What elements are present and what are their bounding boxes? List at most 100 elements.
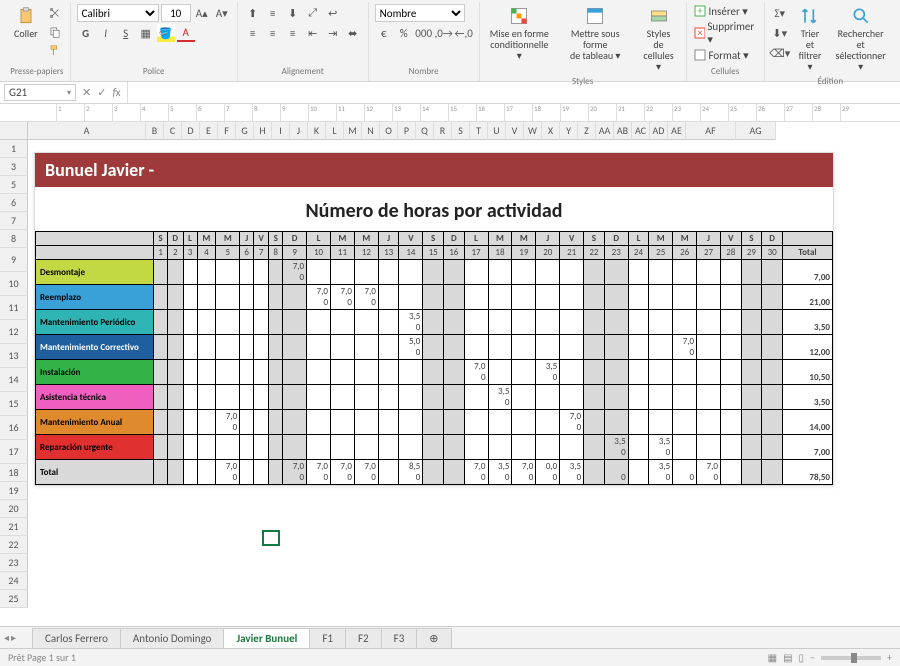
copy-button[interactable] <box>46 23 64 41</box>
underline-button[interactable]: S <box>117 24 135 42</box>
decrease-font-button[interactable]: A▾ <box>213 4 231 22</box>
zoom-slider[interactable] <box>821 656 881 660</box>
delete-button[interactable]: ×Supprimer ▾ <box>693 20 758 46</box>
cancel-formula-button[interactable]: ✕ <box>82 86 91 99</box>
col-header-S[interactable]: S <box>452 122 470 140</box>
col-header-H[interactable]: H <box>254 122 272 140</box>
col-header-U[interactable]: U <box>488 122 506 140</box>
font-name-select[interactable]: Calibri <box>77 4 159 22</box>
col-header-K[interactable]: K <box>308 122 326 140</box>
normal-view-button[interactable]: ▦ <box>768 651 777 664</box>
row-header-8[interactable]: 8 <box>0 230 28 248</box>
cells-viewport[interactable]: Bunuel Javier - Número de horas por acti… <box>28 140 900 636</box>
page-break-view-button[interactable]: ▯ <box>799 651 805 664</box>
col-header-D[interactable]: D <box>182 122 200 140</box>
fx-button[interactable]: fx <box>112 86 120 99</box>
format-as-table-button[interactable]: Mettre sous forme de tableau ▾ <box>557 4 634 63</box>
fill-color-button[interactable]: 🪣 <box>157 24 175 42</box>
row-header-9[interactable]: 9 <box>0 248 28 272</box>
percent-button[interactable]: % <box>395 24 413 42</box>
row-header-11[interactable]: 11 <box>0 296 28 320</box>
col-header-W[interactable]: W <box>524 122 542 140</box>
sheet-tab[interactable]: F2 <box>345 628 382 648</box>
row-header-14[interactable]: 14 <box>0 368 28 392</box>
accept-formula-button[interactable]: ✓ <box>97 86 106 99</box>
col-header-E[interactable]: E <box>200 122 218 140</box>
increase-decimal-button[interactable]: ,0→ <box>435 24 453 42</box>
merge-button[interactable]: ⬌ <box>344 24 362 42</box>
conditional-format-button[interactable]: Mise en forme conditionnelle ▾ <box>486 4 553 63</box>
thousands-button[interactable]: 000 <box>415 24 433 42</box>
format-painter-button[interactable] <box>46 42 64 60</box>
row-header-18[interactable]: 18 <box>0 464 28 482</box>
cell-styles-button[interactable]: Styles de cellules ▾ <box>638 4 680 74</box>
col-header-AE[interactable]: AE <box>668 122 686 140</box>
col-header-Q[interactable]: Q <box>416 122 434 140</box>
col-header-AA[interactable]: AA <box>596 122 614 140</box>
col-header-I[interactable]: I <box>272 122 290 140</box>
row-header-1[interactable]: 1 <box>0 140 28 158</box>
col-header-AD[interactable]: AD <box>650 122 668 140</box>
row-header-16[interactable]: 16 <box>0 416 28 440</box>
col-header-O[interactable]: O <box>380 122 398 140</box>
insert-button[interactable]: +Insérer ▾ <box>693 4 758 18</box>
font-size-input[interactable] <box>161 4 191 22</box>
border-button[interactable]: ▦ <box>137 24 155 42</box>
align-left-button[interactable]: ≡ <box>244 24 262 42</box>
row-header-13[interactable]: 13 <box>0 344 28 368</box>
format-button[interactable]: Format ▾ <box>693 48 758 62</box>
col-header-B[interactable]: B <box>146 122 164 140</box>
col-header-G[interactable]: G <box>236 122 254 140</box>
row-header-10[interactable]: 10 <box>0 272 28 296</box>
col-header-T[interactable]: T <box>470 122 488 140</box>
col-header-N[interactable]: N <box>362 122 380 140</box>
sheet-tab[interactable]: F3 <box>381 628 418 648</box>
font-color-button[interactable]: A <box>177 24 195 42</box>
row-header-7[interactable]: 7 <box>0 212 28 230</box>
col-header-AB[interactable]: AB <box>614 122 632 140</box>
increase-font-button[interactable]: A▴ <box>193 4 211 22</box>
formula-input[interactable] <box>127 82 900 103</box>
row-header-12[interactable]: 12 <box>0 320 28 344</box>
sheet-tab[interactable]: Javier Bunuel <box>223 628 310 649</box>
col-header-A[interactable]: A <box>28 122 146 140</box>
row-header-22[interactable]: 22 <box>0 536 28 554</box>
row-header-15[interactable]: 15 <box>0 392 28 416</box>
decrease-decimal-button[interactable]: ←,0 <box>455 24 473 42</box>
row-header-6[interactable]: 6 <box>0 194 28 212</box>
col-header-P[interactable]: P <box>398 122 416 140</box>
page-layout-view-button[interactable]: ▤ <box>783 651 792 664</box>
clear-button[interactable]: ⌫▾ <box>771 44 789 62</box>
col-header-C[interactable]: C <box>164 122 182 140</box>
col-header-R[interactable]: R <box>434 122 452 140</box>
col-header-J[interactable]: J <box>290 122 308 140</box>
paste-button[interactable]: Coller <box>10 4 42 41</box>
col-header-F[interactable]: F <box>218 122 236 140</box>
row-header-19[interactable]: 19 <box>0 482 28 500</box>
row-header-24[interactable]: 24 <box>0 572 28 590</box>
column-headers[interactable]: ABCDEFGHIJKLMNOPQRSTUVWXYZAAABACADAEAFAG <box>28 122 900 140</box>
name-box[interactable]: G21▾ <box>4 84 76 101</box>
autosum-button[interactable]: Σ▾ <box>771 4 789 22</box>
decrease-indent-button[interactable]: ⇤ <box>304 24 322 42</box>
row-header-25[interactable]: 25 <box>0 590 28 608</box>
col-header-Z[interactable]: Z <box>578 122 596 140</box>
row-header-5[interactable]: 5 <box>0 176 28 194</box>
tab-nav[interactable]: ◂▸ <box>4 631 16 644</box>
row-header-3[interactable]: 3 <box>0 158 28 176</box>
row-header-17[interactable]: 17 <box>0 440 28 464</box>
bold-button[interactable]: G <box>77 24 95 42</box>
row-header-23[interactable]: 23 <box>0 554 28 572</box>
align-top-button[interactable]: ⬆ <box>244 4 262 22</box>
currency-button[interactable]: € <box>375 24 393 42</box>
align-right-button[interactable]: ≡ <box>284 24 302 42</box>
col-header-L[interactable]: L <box>326 122 344 140</box>
fill-button[interactable]: ⬇▾ <box>771 24 789 42</box>
cut-button[interactable] <box>46 4 64 22</box>
select-all-corner[interactable] <box>0 122 28 140</box>
sheet-tab[interactable]: Carlos Ferrero <box>32 628 121 648</box>
col-header-M[interactable]: M <box>344 122 362 140</box>
row-header-20[interactable]: 20 <box>0 500 28 518</box>
wrap-text-button[interactable]: ↩ <box>324 4 342 22</box>
align-center-button[interactable]: ≡ <box>264 24 282 42</box>
